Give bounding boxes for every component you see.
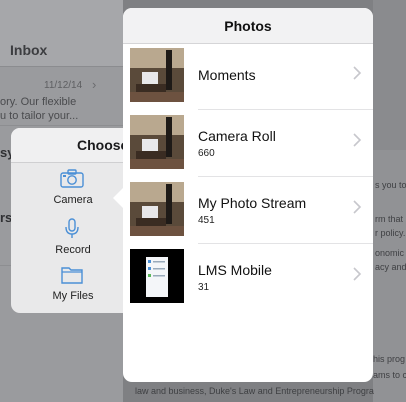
content-text-line: r policy.: [375, 228, 406, 238]
content-text-line: onomic: [375, 248, 405, 258]
inbox-title: Inbox: [10, 42, 48, 58]
photos-popover-title: Photos: [224, 18, 272, 34]
record-option-label: Record: [55, 244, 91, 256]
album-row-camera-roll[interactable]: Camera Roll 660: [123, 110, 373, 177]
content-text-line: law and business, Duke's Law and Entrepr…: [135, 386, 374, 396]
message-snippet-line: u to tailor your...: [0, 110, 79, 122]
photos-popover-header: Photos: [123, 8, 373, 44]
microphone-icon: [65, 218, 79, 238]
album-name: My Photo Stream: [198, 195, 307, 211]
album-name: Camera Roll: [198, 128, 276, 144]
choose-popover-header: Choose: [11, 128, 141, 163]
content-text-line: ams to cou: [373, 370, 406, 380]
message-date: 11/12/14: [44, 80, 83, 91]
album-row-lms-mobile[interactable]: LMS Mobile 31: [123, 244, 373, 311]
album-thumbnail: [130, 115, 184, 169]
camera-option-label: Camera: [53, 194, 93, 206]
chevron-right-icon: [353, 267, 362, 281]
folder-icon: [61, 267, 83, 284]
camera-option[interactable]: Camera: [33, 168, 113, 212]
content-text-line: rm that l: [375, 214, 406, 224]
chevron-right-icon: ›: [92, 77, 97, 92]
album-thumbnail: [130, 48, 184, 102]
background-inbox-header: Inbox: [0, 0, 123, 67]
album-name: LMS Mobile: [198, 262, 272, 278]
album-count: 660: [198, 148, 215, 159]
choose-popover-title: Choose: [77, 137, 129, 153]
photos-popover: Photos Moments Camera Roll 660 My Photo …: [123, 8, 373, 382]
album-row-moments[interactable]: Moments: [123, 43, 373, 110]
content-text-line: s you to: [375, 180, 406, 190]
content-text-line: his prog: [373, 354, 406, 364]
list-divider: [0, 125, 123, 126]
album-thumbnail: [130, 182, 184, 236]
record-option[interactable]: Record: [33, 218, 113, 262]
album-count: 451: [198, 215, 215, 226]
message-snippet-line: ory. Our flexible: [0, 96, 77, 108]
album-row-my-photo-stream[interactable]: My Photo Stream 451: [123, 177, 373, 244]
chevron-right-icon: [353, 200, 362, 214]
my-files-option-label: My Files: [52, 290, 94, 302]
album-name: Moments: [198, 67, 256, 83]
my-files-option[interactable]: My Files: [33, 264, 113, 308]
chevron-right-icon: [353, 133, 362, 147]
content-text-line: acy and: [375, 262, 406, 272]
chevron-right-icon: [353, 66, 362, 80]
choose-source-popover: Choose Camera Record My Files: [11, 128, 141, 313]
album-count: 31: [198, 282, 210, 293]
album-thumbnail: [130, 249, 184, 303]
camera-icon: [60, 169, 84, 188]
